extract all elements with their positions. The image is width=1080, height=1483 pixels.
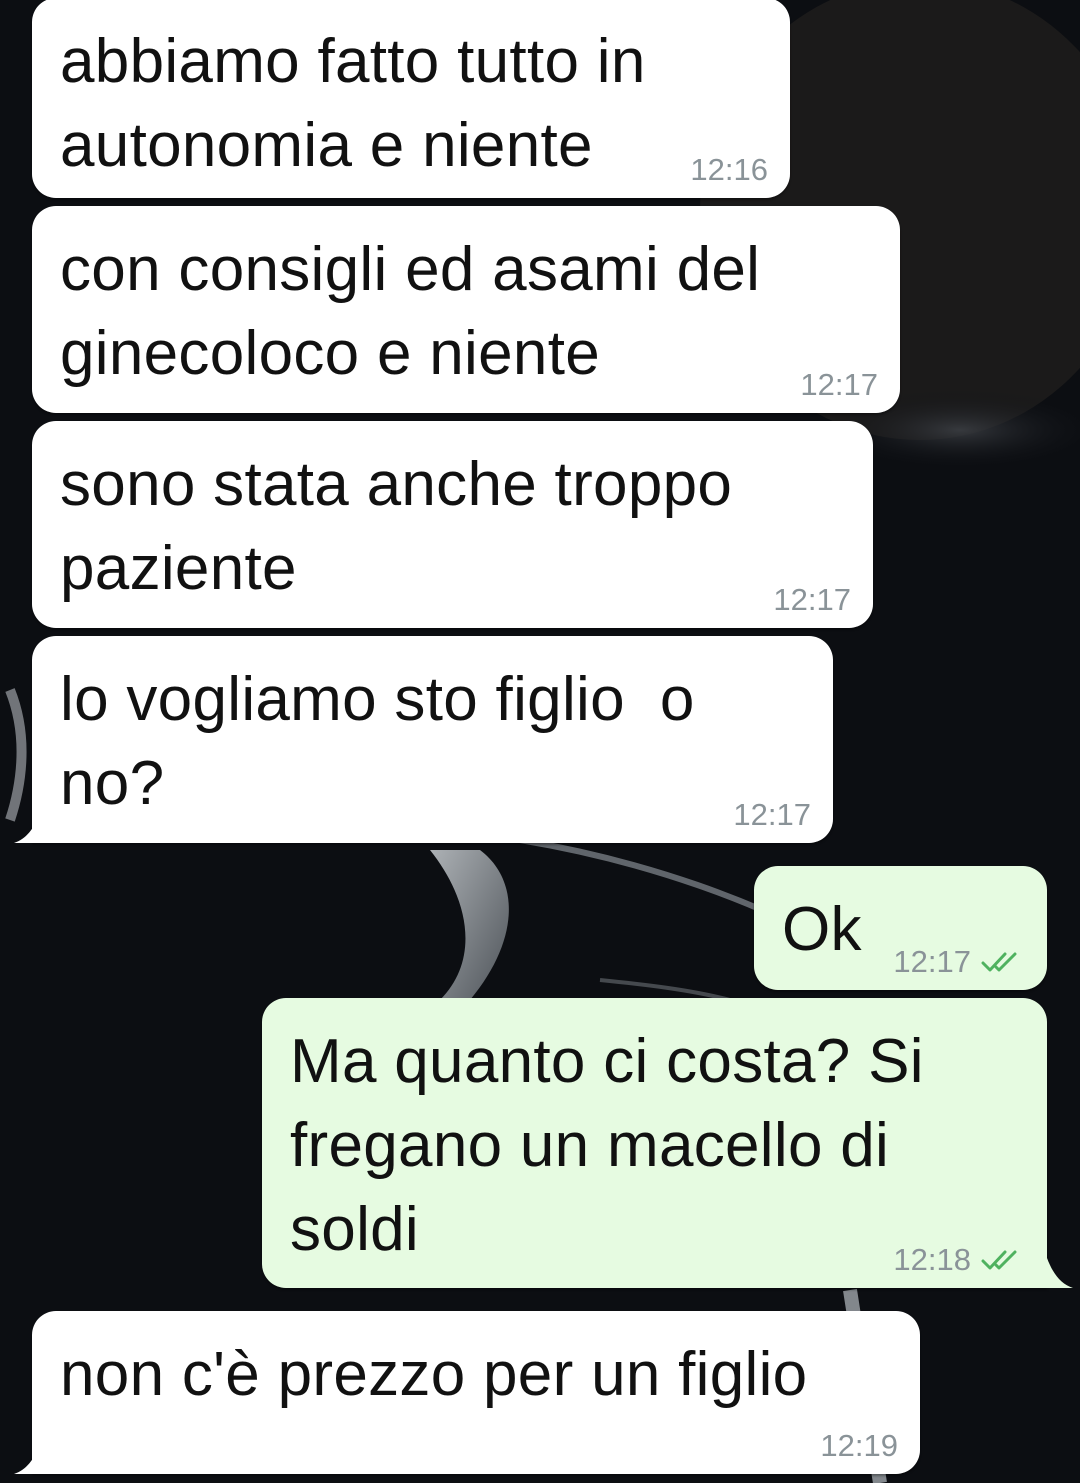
message-text: con consigli ed asami del ginecoloco e n… bbox=[60, 235, 761, 388]
message-time: 12:17 bbox=[893, 944, 971, 979]
message-meta: 12:16 bbox=[690, 152, 768, 188]
message-bubble-incoming[interactable]: non c'è prezzo per un figlio 12:19 bbox=[32, 1311, 920, 1474]
message-meta: 12:17 bbox=[800, 367, 878, 403]
message-bubble-incoming[interactable]: con consigli ed asami del ginecoloco e n… bbox=[32, 206, 900, 413]
message-meta: 12:17 bbox=[773, 582, 851, 618]
message-text: sono stata anche troppo paziente bbox=[60, 450, 733, 603]
message-meta: 12:17 bbox=[733, 797, 811, 833]
message-bubble-outgoing[interactable]: Ma quanto ci costa? Si fregano un macell… bbox=[262, 998, 1047, 1288]
double-check-read-icon bbox=[981, 1250, 1017, 1270]
message-meta: 12:17 bbox=[893, 944, 1025, 980]
message-bubble-outgoing[interactable]: Ok 12:17 bbox=[754, 866, 1047, 990]
message-text: lo vogliamo sto figlio o no? bbox=[60, 665, 695, 818]
bubble-tail-outgoing bbox=[1047, 1258, 1073, 1288]
chat-thread: abbiamo fatto tutto in autonomia e nient… bbox=[0, 0, 1080, 1483]
message-meta: 12:18 bbox=[893, 1242, 1025, 1278]
message-time: 12:17 bbox=[800, 367, 878, 402]
bubble-tail-incoming bbox=[14, 813, 40, 843]
message-time: 12:17 bbox=[773, 582, 851, 617]
message-meta: 12:19 bbox=[820, 1428, 898, 1464]
bubble-tail-incoming bbox=[14, 1444, 40, 1474]
message-text: Ma quanto ci costa? Si fregano un macell… bbox=[290, 1027, 924, 1264]
message-bubble-incoming[interactable]: abbiamo fatto tutto in autonomia e nient… bbox=[32, 0, 790, 198]
message-bubble-incoming[interactable]: lo vogliamo sto figlio o no? 12:17 bbox=[32, 636, 833, 843]
message-time: 12:18 bbox=[893, 1242, 971, 1277]
message-text: non c'è prezzo per un figlio bbox=[60, 1340, 808, 1409]
message-text: abbiamo fatto tutto in autonomia e nient… bbox=[60, 27, 646, 180]
double-check-read-icon bbox=[981, 952, 1017, 972]
message-time: 12:16 bbox=[690, 152, 768, 187]
message-bubble-incoming[interactable]: sono stata anche troppo paziente 12:17 bbox=[32, 421, 873, 628]
message-time: 12:19 bbox=[820, 1428, 898, 1463]
message-time: 12:17 bbox=[733, 797, 811, 832]
